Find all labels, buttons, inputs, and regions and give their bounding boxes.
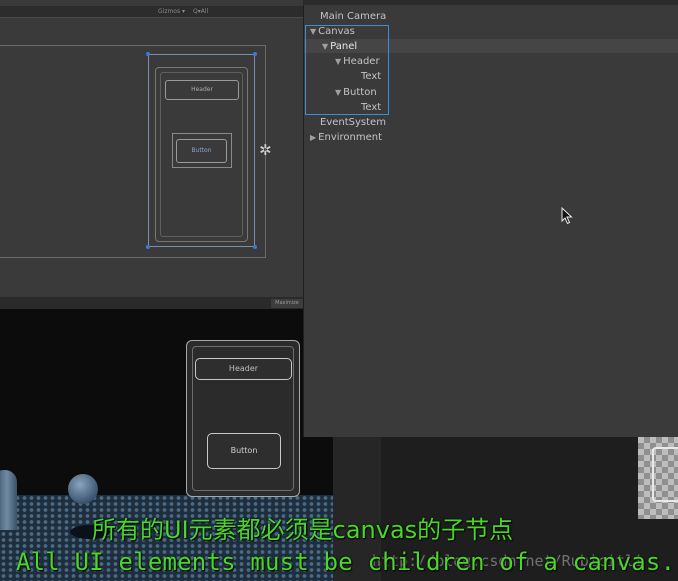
- rect-handle-top-right[interactable]: [253, 52, 257, 56]
- rect-handle-bottom-left[interactable]: [146, 245, 150, 249]
- sphere-object: [68, 474, 98, 504]
- collapse-arrow-icon[interactable]: ▶: [310, 133, 316, 142]
- hierarchy-topbar: [303, 0, 678, 5]
- scene-divider: [0, 17, 303, 18]
- hierarchy-item-eventsystem[interactable]: EventSystem: [320, 116, 386, 129]
- subtitle-chinese: 所有的UI元素都必须是canvas的子节点: [92, 516, 514, 544]
- hierarchy-item-label: Main Camera: [320, 11, 387, 22]
- move-pivot-icon[interactable]: ✲: [259, 143, 272, 158]
- scene-button-element[interactable]: Button: [176, 139, 227, 163]
- game-header: Header: [195, 358, 292, 380]
- hierarchy-item-main-camera[interactable]: Main Camera: [320, 10, 386, 23]
- hierarchy-selection-highlight: [305, 25, 389, 115]
- scene-header-element[interactable]: Header: [165, 80, 239, 100]
- mouse-cursor-icon: [561, 207, 573, 225]
- preview-frame: [652, 447, 678, 502]
- cylinder-object: [0, 470, 17, 530]
- game-button[interactable]: Button: [207, 433, 281, 469]
- view-separator: [0, 297, 303, 309]
- hierarchy-item-environment[interactable]: ▶ Environment: [310, 131, 382, 144]
- hierarchy-item-label: EventSystem: [320, 117, 386, 128]
- hierarchy-item-label: Environment: [318, 132, 383, 143]
- maximize-tab[interactable]: Maximize: [271, 299, 303, 308]
- rect-handle-top-left[interactable]: [146, 52, 150, 56]
- rect-handle-bottom-right[interactable]: [253, 245, 257, 249]
- subtitle-english: All UI elements must be children of a ca…: [16, 548, 676, 576]
